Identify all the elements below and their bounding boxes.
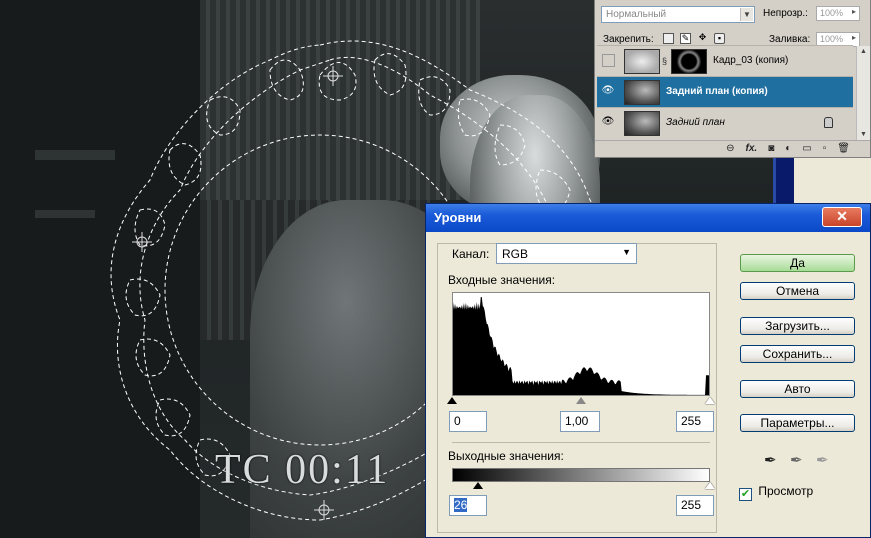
lock-options: ✎ ✥ ▪ [663, 33, 725, 44]
gray-eyedropper-icon[interactable]: ✒ [790, 451, 803, 469]
output-white-field[interactable]: 255 [676, 495, 714, 516]
opacity-value: 100% [820, 8, 844, 18]
output-white-value: 255 [681, 498, 702, 512]
input-white-field[interactable]: 255 [676, 411, 714, 432]
timecode-text: TC 00:11 [215, 447, 390, 493]
layer-row-active[interactable]: 👁 Задний план (копия) [597, 76, 853, 107]
preview-checkbox[interactable]: ✔ [739, 488, 752, 501]
input-black-field[interactable]: 0 [449, 411, 487, 432]
layer-thumbnail [624, 49, 660, 74]
adjustment-icon[interactable]: ◐ [785, 143, 791, 154]
input-black-handle[interactable] [447, 397, 457, 404]
trash-icon[interactable]: 🗑 [837, 143, 850, 154]
eye-icon[interactable]: 👁 [600, 116, 616, 130]
fx-icon[interactable]: fx. [746, 143, 758, 154]
folder-icon[interactable]: ▭ [802, 143, 811, 154]
input-gamma-value: 1,00 [565, 414, 589, 428]
channel-select[interactable]: RGB ▼ [496, 243, 637, 264]
opacity-label: Непрозр.: [763, 8, 808, 19]
layer-thumbnail [624, 80, 660, 105]
layer-row[interactable]: 👁 Задний план [597, 107, 853, 138]
preview-checkbox-row[interactable]: ✔ Просмотр [739, 484, 813, 501]
blend-mode-select[interactable]: Нормальный ▼ [601, 6, 755, 23]
scroll-up-icon[interactable]: ▲ [860, 48, 867, 55]
auto-button[interactable]: Авто [740, 380, 855, 398]
layer-thumbnail [624, 111, 660, 136]
scroll-down-icon[interactable]: ▼ [860, 131, 867, 138]
lock-transparency-icon[interactable] [663, 33, 674, 44]
chevron-down-icon: ▼ [622, 247, 631, 257]
channel-value: RGB [502, 247, 529, 261]
black-eyedropper-icon[interactable]: ✒ [764, 451, 777, 469]
output-black-handle[interactable] [473, 482, 483, 489]
layer-name: Задний план (копия) [666, 86, 768, 97]
blend-mode-value: Нормальный [606, 9, 667, 20]
input-gamma-field[interactable]: 1,00 [560, 411, 600, 432]
save-button[interactable]: Сохранить... [740, 345, 855, 363]
link-icon[interactable]: § [662, 56, 667, 66]
layers-panel: Нормальный ▼ Непрозр.: 100% ▸ Закрепить:… [594, 0, 871, 158]
close-icon: ✕ [836, 208, 848, 224]
dialog-titlebar[interactable]: Уровни ✕ [426, 204, 870, 232]
window-edge [794, 158, 871, 203]
preview-label: Просмотр [758, 484, 814, 498]
lock-pixels-icon[interactable]: ✎ [680, 33, 691, 44]
eye-icon[interactable]: 👁 [600, 85, 616, 99]
output-white-handle[interactable] [705, 482, 715, 489]
levels-dialog: Уровни ✕ Канал: RGB ▼ Входные значения: … [425, 203, 871, 538]
layer-name: Задний план [666, 117, 725, 128]
link-icon[interactable]: ⊖ [726, 143, 734, 154]
load-button[interactable]: Загрузить... [740, 317, 855, 335]
layer-name: Кадр_03 (копия) [713, 55, 789, 66]
visibility-toggle[interactable] [602, 54, 615, 67]
lock-label: Закрепить: [603, 34, 654, 45]
cancel-button[interactable]: Отмена [740, 282, 855, 300]
white-eyedropper-icon[interactable]: ✒ [816, 451, 829, 469]
chevron-down-icon: ▼ [740, 8, 753, 21]
layer-row[interactable]: § Кадр_03 (копия) [597, 45, 853, 76]
input-slider[interactable] [447, 397, 715, 405]
chevron-right-icon[interactable]: ▸ [849, 7, 859, 20]
separator [452, 442, 710, 443]
output-black-field[interactable]: 26 [449, 495, 487, 516]
output-levels-label: Выходные значения: [448, 449, 564, 463]
output-gradient [452, 468, 710, 482]
lock-all-icon[interactable]: ▪ [714, 33, 725, 44]
lock-icon [824, 117, 833, 128]
lock-position-icon[interactable]: ✥ [697, 33, 708, 44]
layers-scrollbar[interactable]: ▲ ▼ [856, 46, 870, 140]
ok-button[interactable]: Да [740, 254, 855, 272]
window-edge [773, 158, 794, 203]
dialog-title: Уровни [434, 210, 482, 225]
layers-footer: ⊖ fx. ◙ ◐ ▭ ▫ 🗑 [595, 140, 870, 157]
opacity-input[interactable]: 100% ▸ [816, 6, 860, 21]
close-button[interactable]: ✕ [822, 207, 862, 227]
input-gamma-handle[interactable] [576, 397, 586, 404]
input-black-value: 0 [454, 414, 461, 428]
output-slider[interactable] [452, 482, 715, 490]
layer-mask-thumbnail[interactable] [671, 49, 707, 74]
channel-label: Канал: [452, 247, 490, 261]
output-black-value: 26 [454, 498, 468, 512]
fill-value: 100% [820, 34, 844, 44]
fill-label: Заливка: [769, 34, 811, 45]
histogram-bars [453, 296, 709, 395]
histogram [452, 292, 710, 396]
new-layer-icon[interactable]: ▫ [823, 143, 827, 154]
mask-icon[interactable]: ◙ [768, 143, 774, 154]
input-white-handle[interactable] [705, 397, 715, 404]
options-button[interactable]: Параметры... [740, 414, 855, 432]
input-white-value: 255 [681, 414, 702, 428]
input-levels-label: Входные значения: [448, 273, 556, 287]
